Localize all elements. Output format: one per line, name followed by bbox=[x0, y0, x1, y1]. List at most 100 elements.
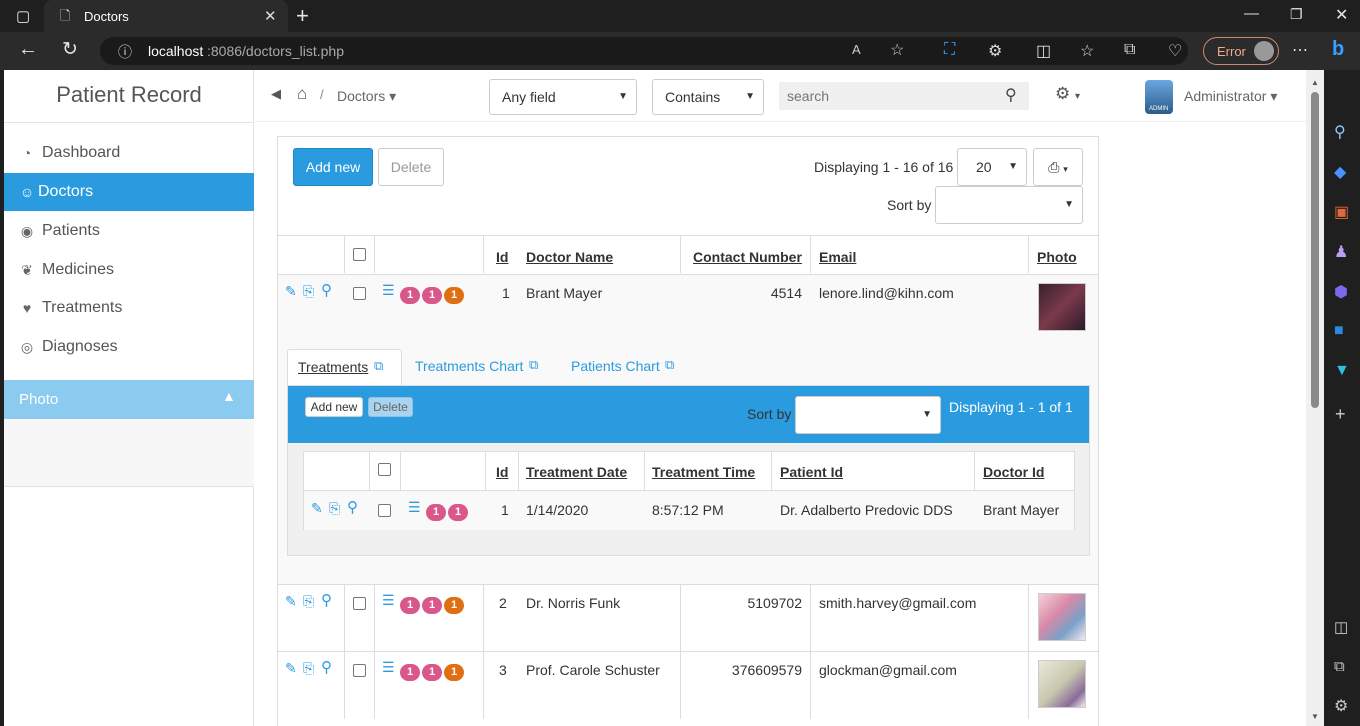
sort-by-select[interactable]: ▼ bbox=[935, 186, 1083, 224]
scroll-down-icon[interactable]: ▼ bbox=[1311, 712, 1319, 721]
row-checkbox[interactable] bbox=[378, 504, 391, 517]
treatments-count-badge[interactable]: 1 bbox=[400, 287, 420, 304]
edit-icon[interactable]: ✎ bbox=[285, 660, 297, 677]
view-icon[interactable]: ⚲ bbox=[321, 658, 332, 676]
detail-delete-button[interactable]: Delete bbox=[368, 397, 413, 417]
browser-tab[interactable]: 🗋 Doctors ✕ bbox=[44, 0, 288, 32]
sidebar-item-treatments[interactable]: ♥ Treatments bbox=[4, 289, 254, 327]
page-size-select[interactable]: 20 ▼ bbox=[957, 148, 1027, 186]
health-icon[interactable]: ♡ bbox=[1168, 41, 1182, 61]
add-icon[interactable]: + bbox=[1335, 404, 1346, 425]
scroll-up-icon[interactable]: ▲ bbox=[1311, 78, 1319, 87]
open-external-icon[interactable]: ⧉ bbox=[1334, 658, 1345, 675]
breadcrumb-doctors[interactable]: Doctors ▾ bbox=[337, 88, 396, 105]
add-new-button[interactable]: Add new bbox=[293, 148, 373, 186]
read-aloud-icon[interactable]: A bbox=[852, 42, 861, 57]
search-input[interactable] bbox=[779, 82, 999, 110]
toggle-sidebar-icon[interactable]: ◀ bbox=[271, 86, 281, 102]
profile-error-button[interactable]: Error bbox=[1203, 37, 1279, 65]
row-checkbox[interactable] bbox=[353, 597, 366, 610]
copilot-icon[interactable]: ⬢ bbox=[1334, 282, 1348, 302]
col-id[interactable]: Id bbox=[496, 249, 508, 265]
count-badge[interactable]: 1 bbox=[448, 504, 468, 521]
copy-icon[interactable]: ⎘ bbox=[329, 500, 340, 517]
details-list-icon[interactable]: ☰ bbox=[382, 592, 395, 609]
col-doctor-name[interactable]: Doctor Name bbox=[526, 249, 613, 265]
favorites-icon[interactable]: ☆ bbox=[1080, 41, 1094, 61]
edit-icon[interactable]: ✎ bbox=[285, 283, 297, 300]
details-list-icon[interactable]: ☰ bbox=[408, 499, 421, 516]
patients-count-badge[interactable]: 1 bbox=[444, 287, 464, 304]
patients-count-badge[interactable]: 1 bbox=[444, 597, 464, 614]
minimize-icon[interactable]: — bbox=[1244, 5, 1259, 22]
sidebar-item-dashboard[interactable]: ◔ Dashboard bbox=[4, 134, 254, 172]
home-icon[interactable]: ⌂ bbox=[297, 84, 307, 104]
back-icon[interactable]: ← bbox=[18, 38, 38, 61]
delete-button[interactable]: Delete bbox=[378, 148, 444, 186]
refresh-icon[interactable]: ↻ bbox=[62, 38, 78, 61]
bing-icon[interactable]: b bbox=[1332, 38, 1344, 61]
view-icon[interactable]: ⚲ bbox=[321, 591, 332, 609]
photo-section-header[interactable]: Photo ▲ bbox=[4, 380, 254, 419]
doctor-photo[interactable] bbox=[1038, 660, 1086, 708]
row-checkbox[interactable] bbox=[353, 664, 366, 677]
copy-icon[interactable]: ⎘ bbox=[303, 283, 314, 300]
view-icon[interactable]: ⚲ bbox=[321, 281, 332, 299]
detail-col-treatment-date[interactable]: Treatment Date bbox=[526, 464, 627, 480]
count-badge[interactable]: 1 bbox=[426, 504, 446, 521]
tab-actions-icon[interactable]: ▢ bbox=[16, 7, 30, 25]
match-select[interactable]: Contains ▼ bbox=[652, 79, 764, 115]
url-field[interactable]: ⓘ localhost :8086/doctors_list.php A ☆ bbox=[100, 37, 1188, 65]
sidebar-item-patients[interactable]: ◉ Patients bbox=[4, 212, 254, 250]
split-screen-icon[interactable]: ◫ bbox=[1036, 41, 1051, 61]
detail-add-new-button[interactable]: Add new bbox=[305, 397, 363, 417]
doctor-photo[interactable] bbox=[1038, 283, 1086, 331]
collapse-icon[interactable]: ▲ bbox=[222, 388, 236, 404]
copy-icon[interactable]: ⎘ bbox=[303, 660, 314, 677]
edit-icon[interactable]: ✎ bbox=[285, 593, 297, 610]
restore-icon[interactable]: ❐ bbox=[1290, 6, 1303, 23]
shopping-icon[interactable]: ◆ bbox=[1334, 162, 1346, 182]
treatments-count-badge[interactable]: 1 bbox=[400, 597, 420, 614]
col-contact-number[interactable]: Contact Number bbox=[693, 249, 802, 265]
settings-icon[interactable]: ⚙ bbox=[1334, 696, 1348, 716]
search-icon[interactable]: ⚲ bbox=[1005, 85, 1017, 105]
view-icon[interactable]: ⚲ bbox=[347, 498, 358, 516]
details-list-icon[interactable]: ☰ bbox=[382, 282, 395, 299]
more-icon[interactable]: ⋯ bbox=[1292, 40, 1308, 60]
search-box[interactable]: ⚲ bbox=[779, 82, 1029, 110]
chart-count-badge[interactable]: 1 bbox=[422, 597, 442, 614]
user-menu[interactable]: Administrator ▾ bbox=[1184, 88, 1277, 105]
detail-col-doctor-id[interactable]: Doctor Id bbox=[983, 464, 1044, 480]
col-email[interactable]: Email bbox=[819, 249, 856, 265]
chart-count-badge[interactable]: 1 bbox=[422, 287, 442, 304]
chart-count-badge[interactable]: 1 bbox=[422, 664, 442, 681]
treatments-count-badge[interactable]: 1 bbox=[400, 664, 420, 681]
sidebar-item-diagnoses[interactable]: ◎ Diagnoses bbox=[4, 328, 254, 366]
field-select[interactable]: Any field ▼ bbox=[489, 79, 637, 115]
games-icon[interactable]: ♟ bbox=[1334, 242, 1348, 262]
print-button[interactable]: ⎙ ▾ bbox=[1033, 148, 1083, 186]
site-info-icon[interactable]: ⓘ bbox=[118, 42, 132, 62]
sidebar-item-medicines[interactable]: ❦ Medicines bbox=[4, 251, 254, 289]
outlook-icon[interactable]: ■ bbox=[1334, 322, 1344, 340]
copy-icon[interactable]: ⎘ bbox=[303, 593, 314, 610]
tools-icon[interactable]: ▣ bbox=[1334, 202, 1349, 222]
extensions-icon[interactable]: ⚙ bbox=[988, 41, 1002, 61]
edit-icon[interactable]: ✎ bbox=[311, 500, 323, 517]
close-window-icon[interactable]: ✕ bbox=[1335, 5, 1348, 25]
scroll-thumb[interactable] bbox=[1311, 92, 1319, 408]
patients-count-badge[interactable]: 1 bbox=[444, 664, 464, 681]
settings-icon[interactable]: ⚙ ▾ bbox=[1055, 84, 1080, 104]
sidebar-item-doctors[interactable]: ☺ Doctors bbox=[4, 173, 254, 211]
detail-col-treatment-time[interactable]: Treatment Time bbox=[652, 464, 755, 480]
search-icon[interactable]: ⚲ bbox=[1334, 122, 1346, 142]
doctor-photo[interactable] bbox=[1038, 593, 1086, 641]
details-list-icon[interactable]: ☰ bbox=[382, 659, 395, 676]
drop-icon[interactable]: ▼ bbox=[1334, 362, 1350, 380]
col-photo[interactable]: Photo bbox=[1037, 249, 1077, 265]
select-all-checkbox[interactable] bbox=[353, 248, 366, 261]
detail-sort-by-select[interactable]: ▼ bbox=[795, 396, 941, 434]
detail-col-id[interactable]: Id bbox=[496, 464, 508, 480]
vertical-scrollbar[interactable]: ▲ ▼ bbox=[1306, 70, 1324, 726]
